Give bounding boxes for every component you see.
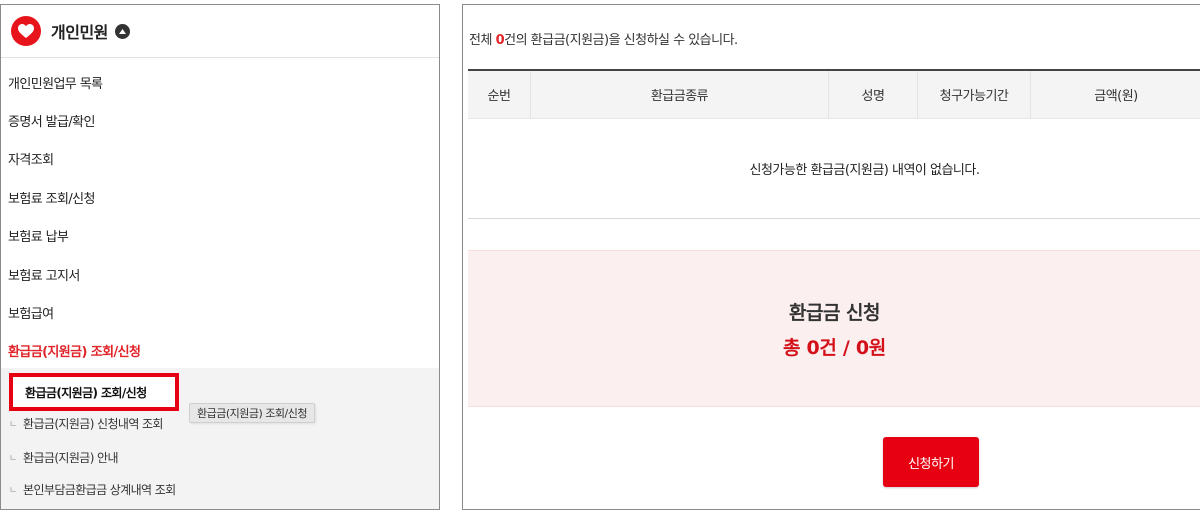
sub-marker: ㄴ bbox=[9, 485, 17, 496]
hover-tooltip: 환급금(지원금) 조회/신청 bbox=[189, 403, 315, 423]
menu-item-refund[interactable]: 환급금(지원금) 조회/신청 bbox=[1, 332, 439, 370]
apply-title: 환급금 신청 bbox=[788, 301, 881, 324]
summary-suffix: 건의 환급금(지원금)을 신청하실 수 있습니다. bbox=[504, 33, 738, 48]
menu-item-premium-notice[interactable]: 보험료 고지서 bbox=[1, 255, 439, 293]
submenu-item-label: 환급금(지원금) 안내 bbox=[23, 450, 119, 465]
menu-item-certificate[interactable]: 증명서 발급/확인 bbox=[1, 101, 439, 139]
summary-prefix: 전체 bbox=[469, 33, 496, 48]
side-menu-title: 개인민원 bbox=[51, 23, 108, 42]
side-menu-header: 개인민원 bbox=[1, 5, 439, 58]
column-header-name: 성명 bbox=[829, 71, 918, 118]
submenu-item-refund-history[interactable]: ㄴ 환급금(지원금) 신청내역 조회 bbox=[9, 412, 163, 434]
menu-item-insurance-benefit[interactable]: 보험급여 bbox=[1, 293, 439, 331]
table-header-row: 순번 환급금종류 성명 청구가능기간 금액(원) bbox=[468, 71, 1200, 119]
side-menu-panel: 개인민원 개인민원업무 목록 증명서 발급/확인 자격조회 보험료 조회/신청 … bbox=[0, 4, 440, 510]
menu-item-premium-inquiry[interactable]: 보험료 조회/신청 bbox=[1, 178, 439, 216]
menu-item-premium-payment[interactable]: 보험료 납부 bbox=[1, 217, 439, 255]
apply-total: 총 0건 / 0원 bbox=[783, 336, 886, 359]
apply-button[interactable]: 신청하기 bbox=[883, 437, 979, 487]
side-menu-list: 개인민원업무 목록 증명서 발급/확인 자격조회 보험료 조회/신청 보험료 납… bbox=[1, 63, 439, 370]
refund-summary-text: 전체 0건의 환급금(지원금)을 신청하실 수 있습니다. bbox=[469, 29, 738, 48]
refund-apply-summary: 환급금 신청 총 0건 / 0원 bbox=[468, 250, 1200, 407]
sub-marker: ㄴ bbox=[9, 419, 17, 430]
column-header-number: 순번 bbox=[468, 71, 531, 118]
submenu-item-label: 환급금(지원금) 조회/신청 bbox=[25, 385, 147, 400]
submenu-item-offset-history[interactable]: ㄴ 본인부담금환급금 상계내역 조회 bbox=[9, 478, 176, 500]
menu-item-civil-list[interactable]: 개인민원업무 목록 bbox=[1, 63, 439, 101]
heart-logo-icon bbox=[11, 16, 41, 46]
menu-item-qualification[interactable]: 자격조회 bbox=[1, 140, 439, 178]
refund-content-panel: 전체 0건의 환급금(지원금)을 신청하실 수 있습니다. 순번 환급금종류 성… bbox=[462, 4, 1200, 510]
column-header-refund-type: 환급금종류 bbox=[531, 71, 829, 118]
submenu-item-label: 환급금(지원금) 신청내역 조회 bbox=[23, 416, 163, 431]
refund-table: 순번 환급금종류 성명 청구가능기간 금액(원) 신청가능한 환급금(지원금) … bbox=[468, 69, 1200, 219]
submenu-item-refund-guide[interactable]: ㄴ 환급금(지원금) 안내 bbox=[9, 446, 119, 468]
chevron-up-icon[interactable] bbox=[114, 23, 130, 39]
column-header-amount: 금액(원) bbox=[1094, 89, 1138, 104]
submenu-item-refund-inquiry[interactable]: 환급금(지원금) 조회/신청 bbox=[9, 373, 179, 411]
column-header-claim-period: 청구가능기간 bbox=[918, 71, 1031, 118]
table-empty-message: 신청가능한 환급금(지원금) 내역이 없습니다. bbox=[468, 119, 1200, 219]
summary-count: 0 bbox=[495, 33, 505, 48]
sub-marker: ㄴ bbox=[9, 453, 17, 464]
submenu-item-label: 본인부담금환급금 상계내역 조회 bbox=[23, 482, 176, 497]
refund-submenu: 환급금(지원금) 조회/신청 ㄴ 환급금(지원금) 신청내역 조회 ㄴ 환급금(… bbox=[1, 368, 439, 509]
